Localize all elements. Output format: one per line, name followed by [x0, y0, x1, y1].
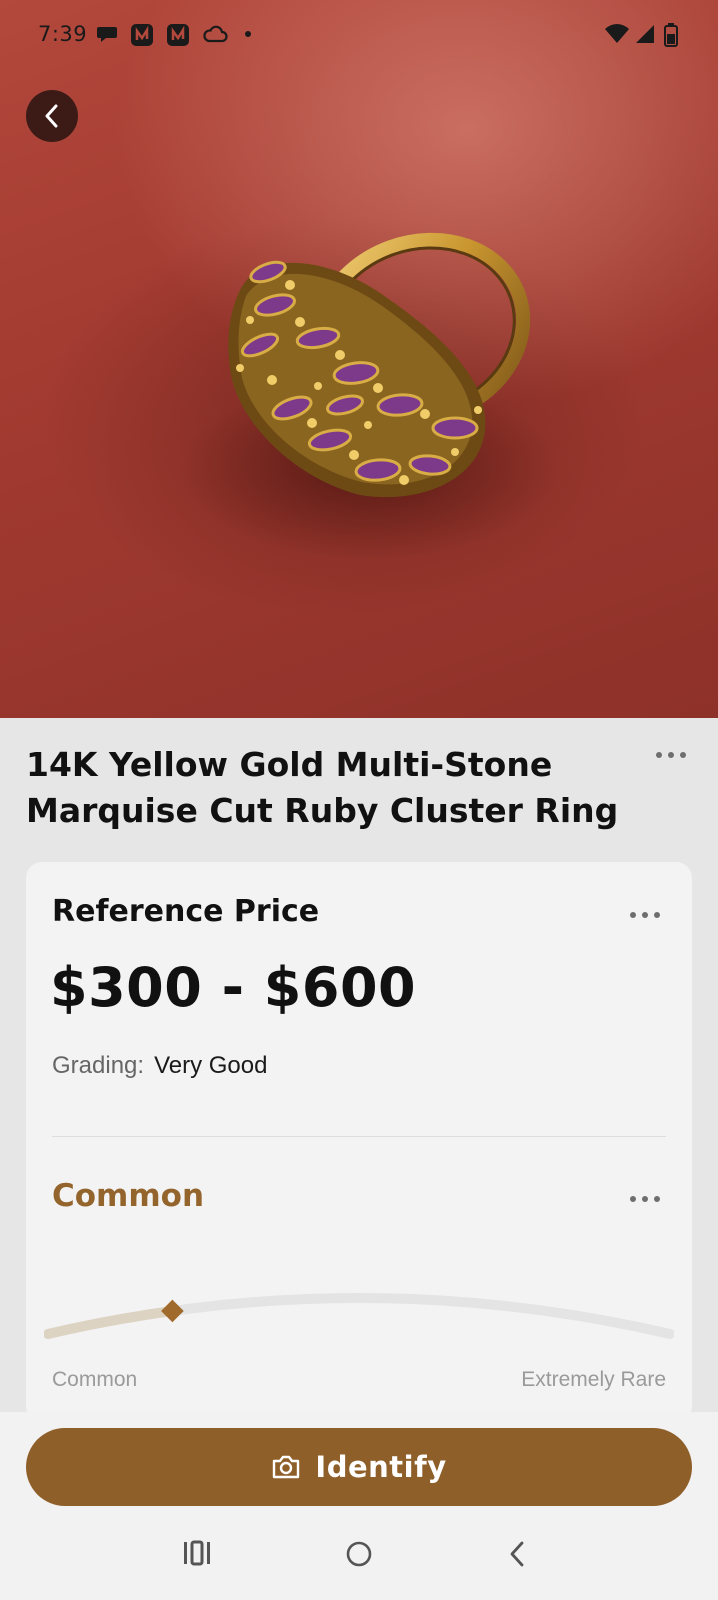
- status-time: 7:39: [38, 22, 88, 46]
- system-nav-bar: [0, 1530, 718, 1590]
- rarity-marker: [161, 1299, 184, 1323]
- screen: 7:39 14K Yellow Gold Multi-Stone Marquis…: [0, 0, 718, 1600]
- back-nav-icon[interactable]: [506, 1540, 528, 1568]
- price-range: $300 - $600: [50, 956, 417, 1019]
- divider: [52, 1136, 666, 1137]
- identify-label: Identify: [315, 1450, 447, 1484]
- chat-bubble-icon: [97, 27, 117, 42]
- home-icon[interactable]: [345, 1540, 373, 1568]
- app-n-icon: [131, 24, 153, 46]
- app-n-icon: [167, 24, 189, 46]
- battery-icon: [664, 23, 678, 47]
- chevron-left-icon: [45, 104, 58, 128]
- cell-signal-icon: [636, 25, 654, 43]
- wifi-icon: [605, 24, 629, 43]
- reference-price-more-button[interactable]: [630, 912, 660, 918]
- rarity-scale: [44, 1293, 674, 1339]
- reference-price-card: Reference Price $300 - $600 Grading: Very…: [26, 862, 692, 1422]
- grading-row: Grading: Very Good: [52, 1052, 267, 1080]
- grading-value: Very Good: [154, 1052, 268, 1079]
- camera-icon: [273, 1455, 300, 1479]
- recent-apps-icon[interactable]: [182, 1540, 212, 1566]
- ring-image: [180, 232, 560, 560]
- rarity-fill: [44, 1305, 178, 1339]
- rarity-label: Common: [52, 1178, 205, 1214]
- scale-max-label: Extremely Rare: [521, 1368, 666, 1391]
- dot-icon: [245, 31, 251, 37]
- item-title: 14K Yellow Gold Multi-Stone Marquise Cut…: [26, 745, 619, 830]
- rarity-more-button[interactable]: [630, 1196, 660, 1202]
- item-photo: 7:39: [0, 0, 718, 718]
- cloud-icon: [203, 25, 228, 43]
- title-more-button[interactable]: [656, 752, 686, 758]
- identify-button[interactable]: Identify: [26, 1428, 692, 1506]
- status-bar: 7:39: [0, 0, 718, 70]
- grading-label: Grading:: [52, 1052, 145, 1079]
- reference-price-label: Reference Price: [52, 894, 320, 929]
- back-button[interactable]: [26, 90, 78, 142]
- scale-min-label: Common: [52, 1368, 138, 1391]
